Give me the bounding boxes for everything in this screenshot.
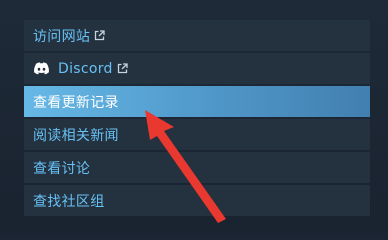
external-link-icon (117, 63, 128, 74)
view-update-history-label: 查看更新记录 (33, 94, 119, 111)
discord-label: Discord (58, 60, 113, 77)
view-discussions-link[interactable]: 查看讨论 (24, 152, 370, 183)
discord-icon (33, 62, 50, 75)
visit-website-label: 访问网站 (33, 28, 91, 45)
visit-website-link[interactable]: 访问网站 (24, 20, 370, 51)
view-update-history-link[interactable]: 查看更新记录 (24, 86, 370, 117)
read-related-news-label: 阅读相关新闻 (33, 127, 119, 144)
links-menu: 访问网站 Discord 查看更新记录 阅读相关新闻 查看讨论 查找社区组 (24, 20, 370, 216)
external-link-icon (94, 30, 105, 41)
read-related-news-link[interactable]: 阅读相关新闻 (24, 119, 370, 150)
discord-link[interactable]: Discord (24, 53, 370, 84)
links-panel: 访问网站 Discord 查看更新记录 阅读相关新闻 查看讨论 查找社区组 (0, 0, 388, 233)
find-community-groups-label: 查找社区组 (33, 193, 105, 210)
find-community-groups-link[interactable]: 查找社区组 (24, 185, 370, 216)
view-discussions-label: 查看讨论 (33, 160, 91, 177)
